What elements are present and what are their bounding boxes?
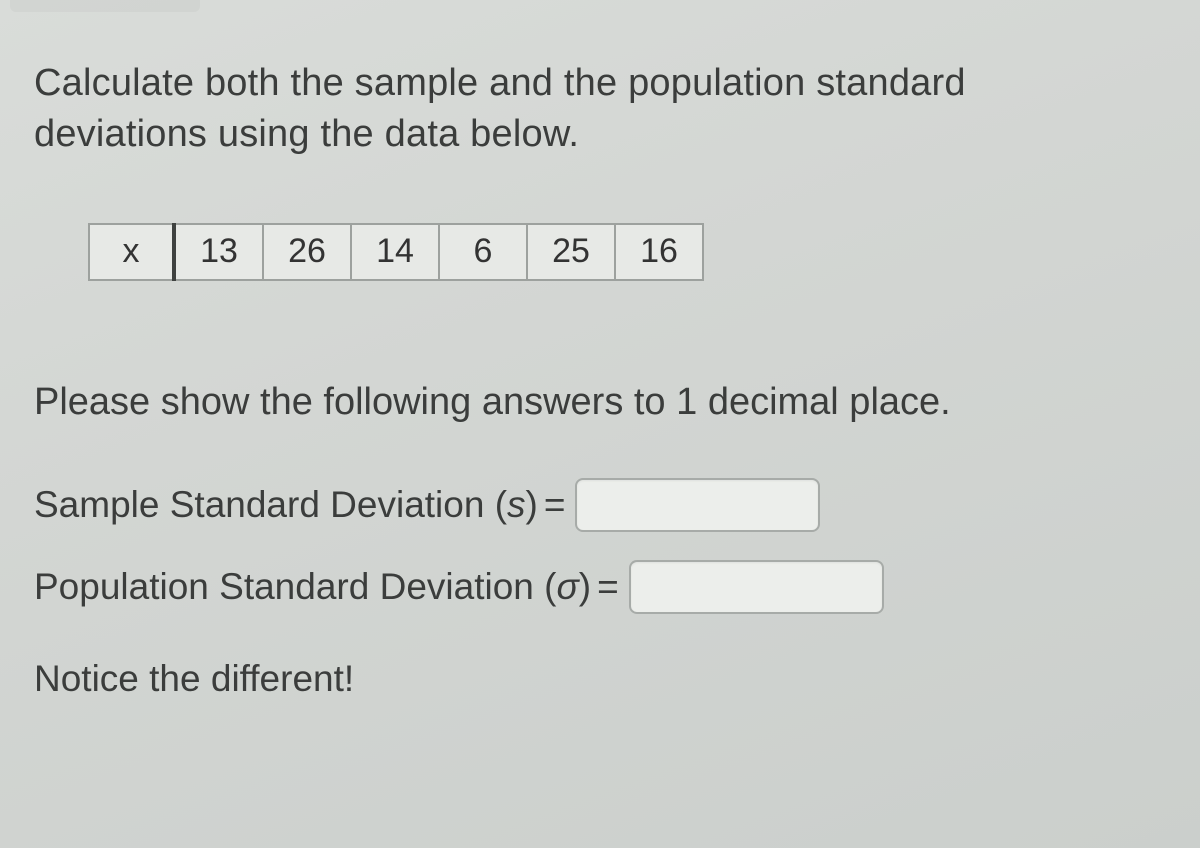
data-table: x 13 26 14 6 25 16	[88, 223, 704, 281]
sample-sd-input[interactable]	[575, 478, 820, 532]
population-sd-label-pre: Population Standard Deviation (	[34, 566, 556, 608]
population-sd-row: Population Standard Deviation (σ) =	[34, 560, 1110, 614]
population-sd-input[interactable]	[629, 560, 884, 614]
table-cell: 16	[615, 224, 703, 280]
sample-sd-label-post: )	[526, 484, 538, 526]
table-header-cell: x	[89, 224, 174, 280]
population-sd-symbol: σ	[556, 566, 578, 608]
decimal-instruction: Please show the following answers to 1 d…	[34, 381, 1110, 424]
table-cell: 13	[174, 224, 263, 280]
sample-sd-row: Sample Standard Deviation (s) =	[34, 478, 1110, 532]
notice-text: Notice the different!	[34, 658, 1110, 700]
data-table-wrap: x 13 26 14 6 25 16	[88, 223, 1110, 281]
question-card: Calculate both the sample and the popula…	[0, 0, 1140, 758]
answer-section: Sample Standard Deviation (s) = Populati…	[34, 478, 1110, 614]
equals-sign: =	[544, 484, 566, 526]
table-cell: 6	[439, 224, 527, 280]
table-cell: 14	[351, 224, 439, 280]
table-cell: 25	[527, 224, 615, 280]
equals-sign: =	[597, 566, 619, 608]
table-cell: 26	[263, 224, 351, 280]
sample-sd-symbol: s	[507, 484, 526, 526]
population-sd-label-post: )	[579, 566, 591, 608]
question-prompt: Calculate both the sample and the popula…	[34, 58, 1110, 161]
sample-sd-label-pre: Sample Standard Deviation (	[34, 484, 507, 526]
table-row: x 13 26 14 6 25 16	[89, 224, 703, 280]
